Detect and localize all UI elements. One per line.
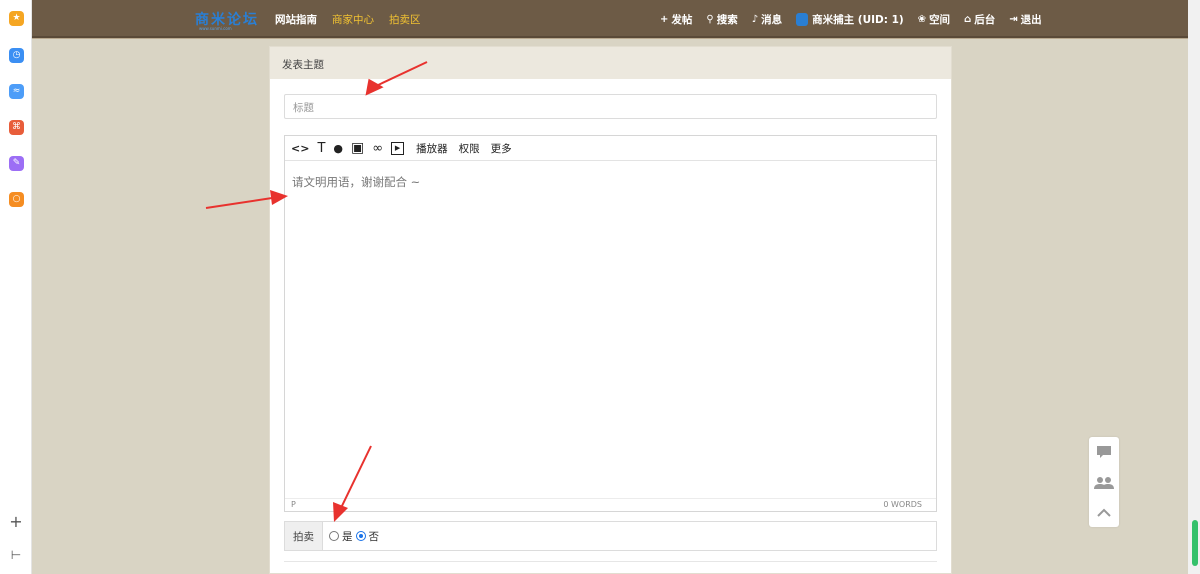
nav-link-guide[interactable]: 网站指南 bbox=[275, 12, 317, 27]
browser-sidebar: ★ ◷ ≈ ⌘ ✎ ○ + ⊢ bbox=[0, 0, 32, 574]
image-icon[interactable]: ▣ bbox=[351, 140, 364, 156]
pdf-icon[interactable]: ⌘ bbox=[9, 120, 24, 135]
new-topic-panel: 发表主题 标题 <> T ● ▣ ∞ ▶ 播放器 权限 更多 请文明用语，谢谢配… bbox=[269, 46, 952, 574]
panel-title: 发表主题 bbox=[270, 47, 951, 79]
site-logo-sub: www.sunmi.com bbox=[199, 26, 232, 31]
text-format-icon[interactable]: T bbox=[317, 141, 325, 156]
avatar bbox=[796, 12, 809, 26]
site-logo[interactable]: 商米论坛 www.sunmi.com bbox=[195, 9, 259, 31]
users-icon[interactable] bbox=[1089, 467, 1119, 497]
panel-divider bbox=[284, 561, 937, 562]
nav-link-merchant-center[interactable]: 商家中心 bbox=[332, 12, 374, 27]
auction-option-row: 拍卖 是 否 bbox=[284, 521, 937, 551]
scrollbar-thumb[interactable] bbox=[1192, 520, 1198, 566]
nav-post-button[interactable]: + 发帖 bbox=[660, 12, 692, 27]
player-button[interactable]: 播放器 bbox=[416, 141, 448, 156]
nav-search-button[interactable]: ⚲ 搜索 bbox=[706, 12, 737, 27]
auction-yes-radio[interactable]: 是 bbox=[329, 529, 353, 544]
element-path: P bbox=[291, 500, 296, 509]
title-input[interactable]: 标题 bbox=[284, 94, 937, 119]
nav-user-profile[interactable]: 商米捕主 (UID: 1) bbox=[796, 12, 904, 27]
search-icon: ⚲ bbox=[706, 13, 714, 25]
back-to-top-icon[interactable] bbox=[1089, 497, 1119, 527]
collapse-sidebar-icon[interactable]: ⊢ bbox=[0, 548, 32, 562]
title-placeholder: 标题 bbox=[293, 102, 314, 114]
nav-space-button[interactable]: ❀ 空间 bbox=[918, 12, 950, 27]
page-scrollbar[interactable] bbox=[1188, 0, 1200, 574]
history-icon[interactable]: ◷ bbox=[9, 48, 24, 63]
note-icon[interactable]: ✎ bbox=[9, 156, 24, 171]
radio-no-circle[interactable] bbox=[355, 531, 366, 541]
search-app-icon[interactable]: ○ bbox=[9, 192, 24, 207]
nav-logout-button[interactable]: ⇥ 退出 bbox=[1009, 12, 1041, 27]
auction-label: 拍卖 bbox=[285, 522, 323, 550]
radio-yes-circle[interactable] bbox=[329, 531, 339, 541]
paw-icon: ❀ bbox=[917, 13, 927, 25]
nav-link-auction[interactable]: 拍卖区 bbox=[389, 12, 421, 27]
nav-messages-button[interactable]: ♪ 消息 bbox=[752, 12, 782, 27]
bell-icon: ♪ bbox=[751, 13, 759, 25]
home-icon: ⌂ bbox=[964, 13, 972, 25]
favorites-icon[interactable]: ★ bbox=[9, 11, 24, 26]
color-drop-icon[interactable]: ● bbox=[333, 142, 343, 155]
post-editor[interactable]: <> T ● ▣ ∞ ▶ 播放器 权限 更多 请文明用语，谢谢配合 ~ P 0 … bbox=[284, 135, 937, 512]
editor-placeholder: 请文明用语，谢谢配合 ~ bbox=[292, 175, 421, 189]
add-icon[interactable]: + bbox=[0, 512, 32, 531]
video-icon[interactable]: ▶ bbox=[391, 141, 405, 155]
top-navbar: 商米论坛 www.sunmi.com 网站指南 商家中心 拍卖区 + 发帖 ⚲ … bbox=[32, 0, 1188, 38]
editor-status-bar: P 0 WORDS bbox=[285, 498, 936, 511]
comment-icon[interactable] bbox=[1089, 437, 1119, 467]
plus-icon: + bbox=[660, 13, 669, 25]
permission-button[interactable]: 权限 bbox=[459, 141, 480, 156]
code-icon[interactable]: <> bbox=[291, 142, 309, 155]
more-button[interactable]: 更多 bbox=[491, 141, 512, 156]
logout-icon: ⇥ bbox=[1009, 13, 1018, 25]
word-count: 0 WORDS bbox=[883, 500, 922, 509]
nav-admin-button[interactable]: ⌂ 后台 bbox=[964, 12, 995, 27]
link-icon[interactable]: ∞ bbox=[372, 141, 383, 156]
floating-tools bbox=[1089, 437, 1119, 527]
editor-toolbar: <> T ● ▣ ∞ ▶ 播放器 权限 更多 bbox=[285, 136, 936, 161]
chart-app-icon[interactable]: ≈ bbox=[9, 84, 24, 99]
auction-no-radio[interactable]: 否 bbox=[355, 529, 379, 544]
